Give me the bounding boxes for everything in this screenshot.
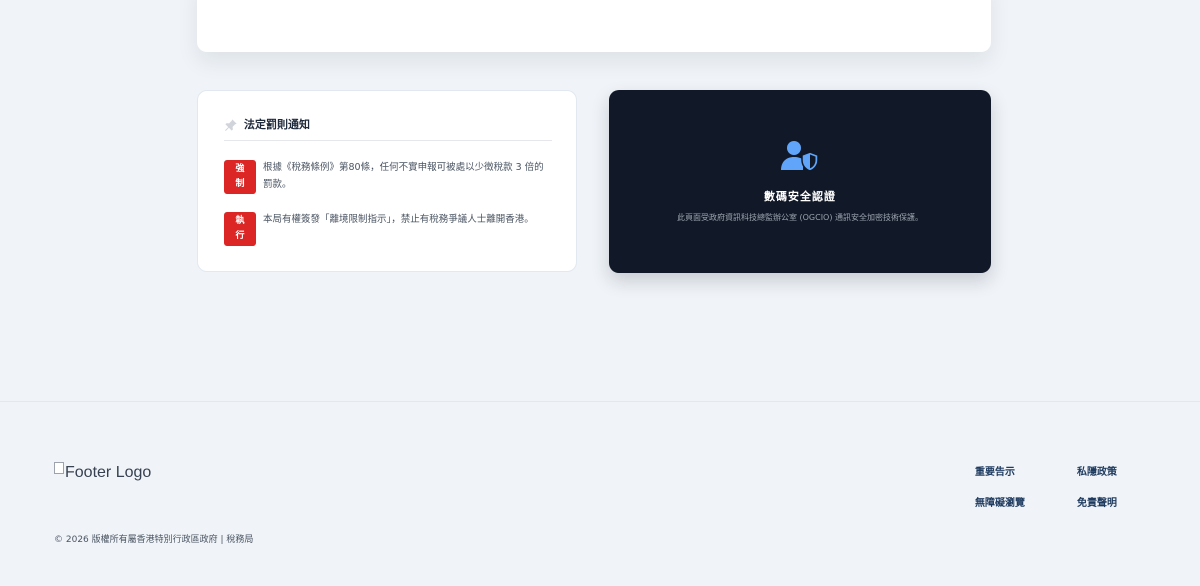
digital-security-card: 數碼安全認證 此頁面受政府資訊科技總監辦公室 (OGCIO) 通訊安全加密技術保…	[609, 90, 991, 273]
enforcement-badge: 執 行	[224, 212, 256, 246]
notice-title: 法定罰則通知	[244, 118, 310, 131]
notice-item: 強 制 根據《稅務條例》第80條，任何不實申報可被處以少徵稅款 3 倍的罰款。	[224, 160, 552, 194]
security-title: 數碼安全認證	[764, 190, 836, 203]
notice-header: 法定罰則通知	[224, 118, 552, 141]
pin-icon	[225, 119, 237, 131]
enforcement-badge: 強 制	[224, 160, 256, 194]
notice-text: 根據《稅務條例》第80條，任何不實申報可被處以少徵稅款 3 倍的罰款。	[263, 162, 544, 190]
content-card-bottom	[197, 0, 991, 52]
security-description: 此頁面受政府資訊科技總監辦公室 (OGCIO) 通訊安全加密技術保護。	[676, 213, 924, 222]
copyright-text: © 2026 版權所有屬香港特別行政區政府 | 稅務局	[54, 535, 254, 545]
disclaimer-link[interactable]: 免責聲明	[1077, 494, 1117, 509]
broken-image-icon	[54, 462, 64, 474]
penalty-notice-card: 法定罰則通知 強 制 根據《稅務條例》第80條，任何不實申報可被處以少徵稅款 3…	[197, 90, 577, 272]
footer-logo-alt: Footer Logo	[65, 464, 152, 481]
user-shield-icon	[781, 141, 819, 172]
privacy-policy-link[interactable]: 私隱政策	[1077, 463, 1117, 478]
site-footer: Footer Logo © 2026 版權所有屬香港特別行政區政府 | 稅務局 …	[0, 401, 1200, 586]
notice-item: 執 行 本局有權簽發「離境限制指示」，禁止有稅務爭議人士離開香港。	[224, 212, 552, 246]
footer-logo: Footer Logo	[54, 462, 152, 482]
notice-text: 本局有權簽發「離境限制指示」，禁止有稅務爭議人士離開香港。	[263, 214, 534, 225]
accessibility-link[interactable]: 無障礙瀏覽	[975, 494, 1025, 509]
important-notices-link[interactable]: 重要告示	[975, 463, 1015, 478]
